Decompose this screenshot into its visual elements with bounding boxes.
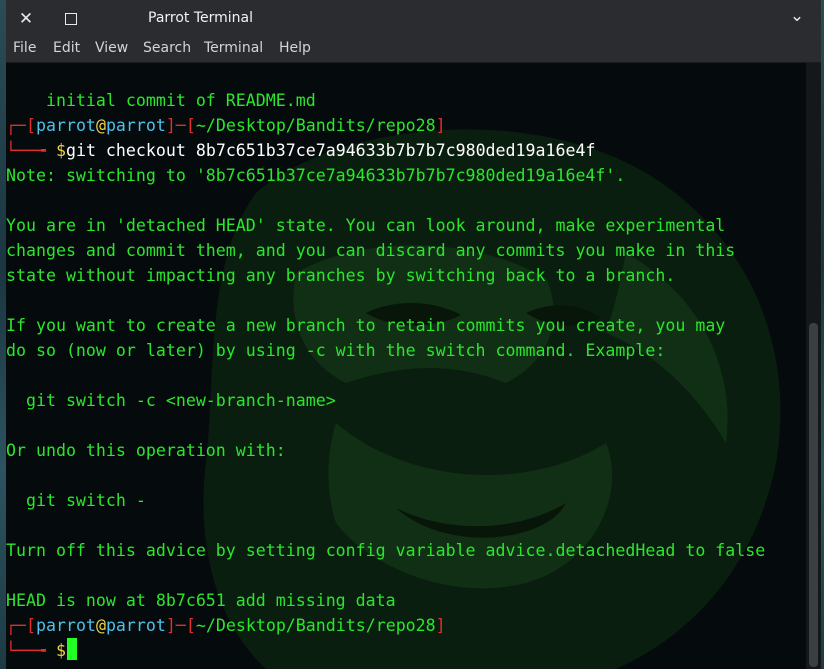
prompt-bracket: [ bbox=[25, 116, 36, 135]
prompt-at: @ bbox=[95, 616, 106, 635]
menu-edit[interactable]: Edit bbox=[53, 40, 80, 56]
vertical-scrollbar[interactable] bbox=[806, 63, 821, 669]
prompt-frame-elbow: └──╼ bbox=[6, 141, 46, 160]
window-menu-button[interactable]: ⌄ bbox=[787, 6, 807, 26]
prompt-line: ┌─[parrot@parrot]─[~/Desktop/Bandits/rep… bbox=[6, 113, 446, 138]
close-button[interactable]: ✕ bbox=[16, 9, 36, 29]
prompt-line: ┌─[parrot@parrot]─[~/Desktop/Bandits/rep… bbox=[6, 613, 446, 638]
chevron-down-icon: ⌄ bbox=[789, 6, 805, 26]
prompt-dollar: $ bbox=[55, 141, 66, 160]
output-line: Turn off this advice by setting config v… bbox=[6, 541, 766, 560]
prompt-user: parrot bbox=[35, 616, 96, 635]
output-line: changes and commit them, and you can dis… bbox=[6, 241, 736, 260]
text-cursor[interactable] bbox=[66, 638, 77, 660]
prompt-frame-corner: ┌─ bbox=[6, 616, 26, 635]
output-line: Note: switching to '8b7c651b37ce7a94633b… bbox=[6, 166, 626, 185]
command-text: git checkout 8b7c651b37ce7a94633b7b7b7c9… bbox=[65, 141, 596, 160]
menu-file[interactable]: File bbox=[13, 40, 36, 56]
output-line: do so (now or later) by using -c with th… bbox=[6, 341, 666, 360]
output-line: If you want to create a new branch to re… bbox=[6, 316, 726, 335]
scrollbar-thumb[interactable] bbox=[809, 323, 818, 667]
maximize-button[interactable] bbox=[61, 9, 81, 29]
output-line: state without impacting any branches by … bbox=[6, 266, 676, 285]
prompt-host: parrot bbox=[105, 116, 166, 135]
prompt-path: ~/Desktop/Bandits/repo28 bbox=[195, 116, 436, 135]
prompt-separator: ─ bbox=[175, 116, 186, 135]
prompt-bracket: [ bbox=[185, 116, 196, 135]
output-line: You are in 'detached HEAD' state. You ca… bbox=[6, 216, 726, 235]
prompt-bracket: ] bbox=[165, 616, 176, 635]
prompt-path: ~/Desktop/Bandits/repo28 bbox=[195, 616, 436, 635]
prompt-bracket: [ bbox=[185, 616, 196, 635]
prompt-bracket: ] bbox=[165, 116, 176, 135]
prompt-host: parrot bbox=[105, 616, 166, 635]
terminal-window: ✕ Parrot Terminal ⌄ File Edit View Searc… bbox=[6, 0, 821, 669]
maximize-icon bbox=[65, 13, 77, 25]
menu-search[interactable]: Search bbox=[143, 40, 191, 56]
prompt-bracket: ] bbox=[435, 116, 446, 135]
menu-help[interactable]: Help bbox=[279, 40, 311, 56]
output-line: initial commit of README.md bbox=[6, 91, 316, 110]
terminal-text: initial commit of README.md ┌─[parrot@pa… bbox=[6, 63, 806, 669]
close-icon: ✕ bbox=[18, 9, 34, 29]
menu-bar: File Edit View Search Terminal Help bbox=[6, 38, 821, 63]
prompt-at: @ bbox=[95, 116, 106, 135]
output-line: git switch - bbox=[6, 491, 146, 510]
output-line: HEAD is now at 8b7c651 add missing data bbox=[6, 591, 396, 610]
menu-view[interactable]: View bbox=[95, 40, 128, 56]
prompt-frame-elbow: └──╼ bbox=[6, 641, 46, 660]
prompt-bracket: [ bbox=[25, 616, 36, 635]
prompt-frame-corner: ┌─ bbox=[6, 116, 26, 135]
menu-terminal[interactable]: Terminal bbox=[204, 40, 263, 56]
prompt-user: parrot bbox=[35, 116, 96, 135]
command-line: └──╼ $git checkout 8b7c651b37ce7a94633b7… bbox=[6, 138, 595, 163]
title-bar[interactable]: ✕ Parrot Terminal ⌄ bbox=[6, 0, 821, 38]
terminal-output-area[interactable]: initial commit of README.md ┌─[parrot@pa… bbox=[6, 63, 806, 669]
output-line: git switch -c <new-branch-name> bbox=[6, 391, 336, 410]
prompt-separator: ─ bbox=[175, 616, 186, 635]
prompt-bracket: ] bbox=[435, 616, 446, 635]
window-title: Parrot Terminal bbox=[148, 10, 254, 26]
output-line: Or undo this operation with: bbox=[6, 441, 286, 460]
command-line: └──╼ $ bbox=[6, 638, 77, 663]
prompt-dollar: $ bbox=[55, 641, 66, 660]
